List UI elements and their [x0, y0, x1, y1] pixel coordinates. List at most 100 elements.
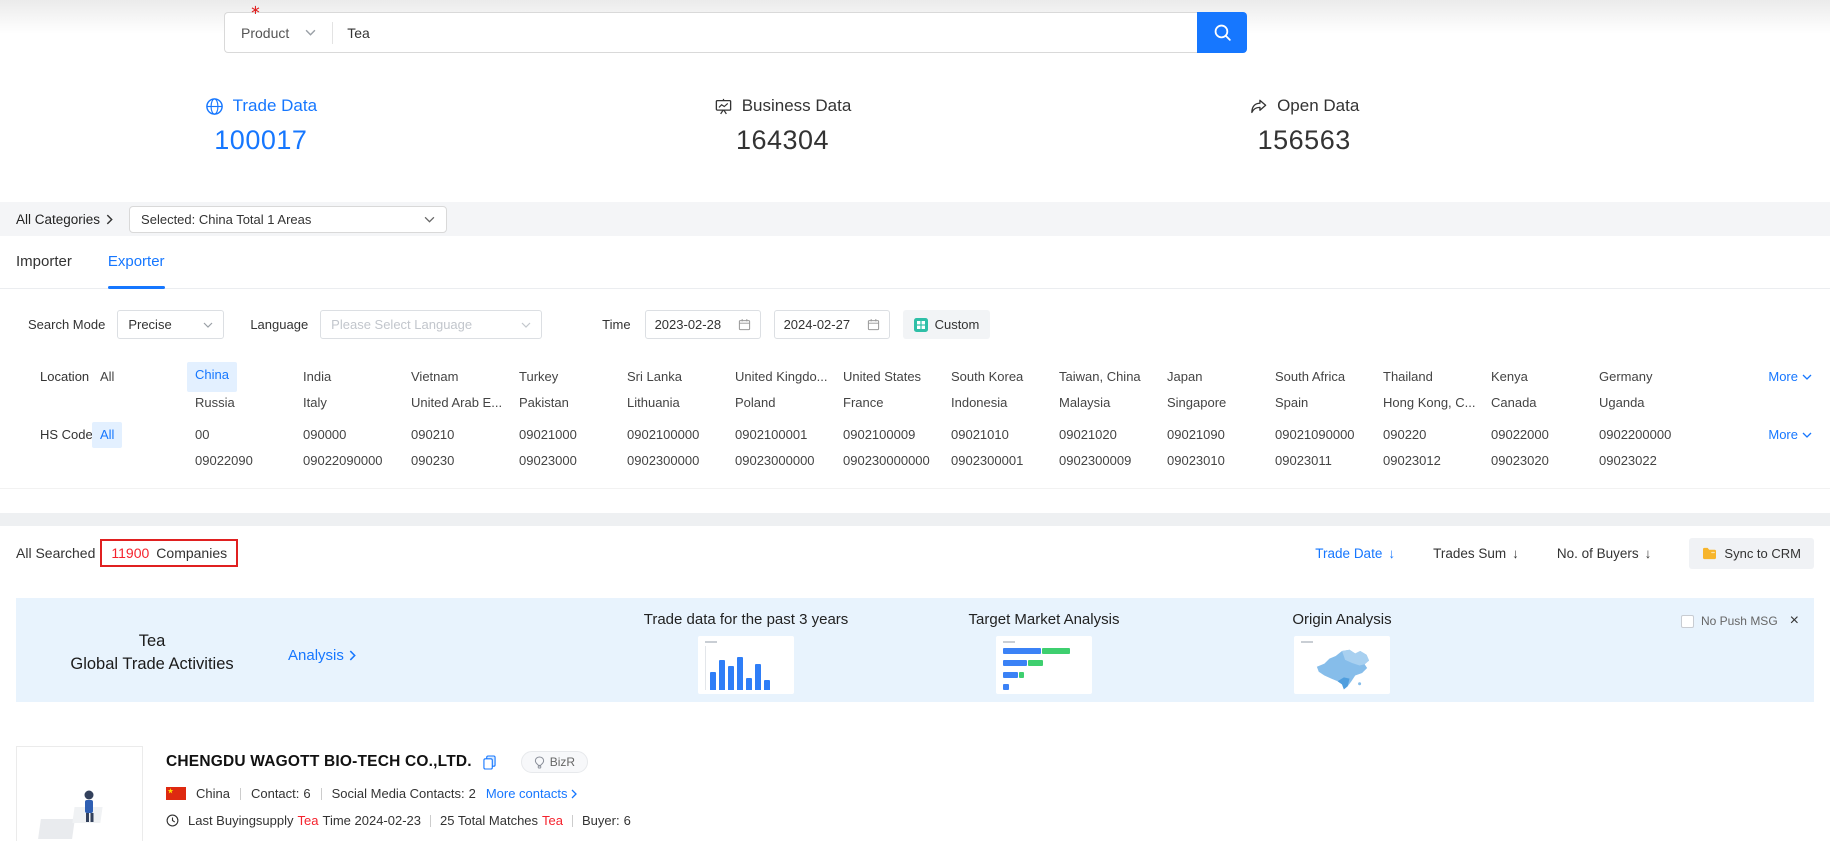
location-option[interactable]: China: [187, 362, 237, 392]
hs-code-option[interactable]: 0902300009: [1059, 448, 1167, 474]
all-categories-button[interactable]: All Categories: [16, 212, 113, 227]
time-end-input[interactable]: 2024-02-27: [774, 310, 890, 339]
stat-business-data[interactable]: Business Data 164304: [522, 96, 1044, 156]
stat-trade-data[interactable]: Trade Data 100017: [0, 96, 522, 156]
location-option[interactable]: Russia: [195, 390, 303, 416]
hs-code-option[interactable]: 09023010: [1167, 448, 1275, 474]
hs-code-option[interactable]: 0902100000: [627, 422, 735, 448]
location-option[interactable]: Sri Lanka: [627, 364, 735, 390]
selected-areas-dropdown[interactable]: Selected: China Total 1 Areas: [129, 206, 447, 233]
location-option[interactable]: Taiwan, China: [1059, 364, 1167, 390]
sort-no-of-buyers[interactable]: No. of Buyers ↓: [1557, 546, 1652, 561]
location-option[interactable]: United Arab E...: [411, 390, 519, 416]
sort-trades-sum[interactable]: Trades Sum ↓: [1433, 546, 1519, 561]
search-input[interactable]: [333, 25, 1197, 41]
location-option[interactable]: Indonesia: [951, 390, 1059, 416]
hs-code-option[interactable]: 09021090: [1167, 422, 1275, 448]
hs-code-option[interactable]: 00: [195, 422, 303, 448]
hs-code-option[interactable]: 090230: [411, 448, 519, 474]
card-trade-data-3-years[interactable]: Trade data for the past 3 years: [616, 611, 876, 694]
hs-code-option[interactable]: 09021090000: [1275, 422, 1383, 448]
location-option[interactable]: South Korea: [951, 364, 1059, 390]
location-option[interactable]: Pakistan: [519, 390, 627, 416]
location-option[interactable]: United Kingdo...: [735, 364, 843, 390]
language-select[interactable]: Please Select Language: [320, 310, 542, 339]
location-option[interactable]: Malaysia: [1059, 390, 1167, 416]
location-option[interactable]: Vietnam: [411, 364, 519, 390]
card-target-market-analysis[interactable]: Target Market Analysis: [914, 611, 1174, 694]
location-filter: Location All ChinaIndiaVietnamTurkeySri …: [16, 364, 1830, 416]
tab-importer[interactable]: Importer: [16, 253, 72, 288]
location-option[interactable]: Canada: [1491, 390, 1599, 416]
sync-to-crm-button[interactable]: Sync to CRM: [1689, 538, 1814, 569]
analysis-link[interactable]: Analysis: [288, 647, 356, 664]
hs-code-option[interactable]: 09021000: [519, 422, 627, 448]
hs-code-option[interactable]: 09023022: [1599, 448, 1707, 474]
company-name[interactable]: CHENGDU WAGOTT BIO-TECH CO.,LTD.: [166, 753, 472, 771]
hs-code-option[interactable]: 09021020: [1059, 422, 1167, 448]
hs-code-option[interactable]: 09022000: [1491, 422, 1599, 448]
search-button[interactable]: [1197, 12, 1247, 53]
copy-icon[interactable]: [483, 755, 496, 770]
location-option[interactable]: Germany: [1599, 364, 1707, 390]
china-map-thumbnail[interactable]: [1294, 636, 1390, 694]
hs-code-option[interactable]: 09021010: [951, 422, 1059, 448]
hs-code-option[interactable]: 0902300001: [951, 448, 1059, 474]
hs-code-option[interactable]: 09023000: [519, 448, 627, 474]
search-category-select[interactable]: Product: [225, 13, 332, 52]
hs-code-option-all[interactable]: All: [92, 422, 122, 448]
location-option[interactable]: United States: [843, 364, 951, 390]
company-result-row[interactable]: CHENGDU WAGOTT BIO-TECH CO.,LTD. BizR Ch…: [16, 746, 1814, 841]
time-start-input[interactable]: 2023-02-28: [645, 310, 761, 339]
close-icon[interactable]: ×: [1790, 613, 1799, 629]
hs-code-option[interactable]: 09023011: [1275, 448, 1383, 474]
hs-code-option[interactable]: 090230000000: [843, 448, 951, 474]
more-contacts-link[interactable]: More contacts: [486, 786, 578, 801]
location-option[interactable]: Lithuania: [627, 390, 735, 416]
sort-label: Trade Date: [1315, 546, 1382, 561]
sort-trade-date[interactable]: Trade Date ↓: [1315, 546, 1395, 561]
hs-code-option[interactable]: 09023020: [1491, 448, 1599, 474]
hs-code-option[interactable]: 090210: [411, 422, 519, 448]
hs-code-option[interactable]: 0902300000: [627, 448, 735, 474]
no-push-checkbox[interactable]: [1681, 615, 1694, 628]
bar-chart-thumbnail[interactable]: [698, 636, 794, 694]
location-option[interactable]: Singapore: [1167, 390, 1275, 416]
hs-code-option[interactable]: 090220: [1383, 422, 1491, 448]
thumb-caption-line: [705, 641, 717, 643]
hs-code-option[interactable]: 09023012: [1383, 448, 1491, 474]
location-option[interactable]: Turkey: [519, 364, 627, 390]
location-option[interactable]: Uganda: [1599, 390, 1707, 416]
hs-code-option[interactable]: 09022090000: [303, 448, 411, 474]
hs-code-more-button[interactable]: More: [1768, 422, 1830, 448]
location-option-all[interactable]: All: [100, 369, 114, 384]
hs-code-option[interactable]: 0902100001: [735, 422, 843, 448]
hs-code-option[interactable]: 090000: [303, 422, 411, 448]
location-more-button[interactable]: More: [1768, 364, 1830, 390]
tab-exporter[interactable]: Exporter: [108, 253, 165, 288]
custom-time-button[interactable]: Custom: [903, 310, 991, 339]
location-option[interactable]: India: [303, 364, 411, 390]
location-option[interactable]: Spain: [1275, 390, 1383, 416]
company-logo[interactable]: [16, 746, 143, 841]
location-option[interactable]: Japan: [1167, 364, 1275, 390]
sort-label: Trades Sum: [1433, 546, 1506, 561]
search-mode-select[interactable]: Precise: [117, 310, 224, 339]
location-option[interactable]: Poland: [735, 390, 843, 416]
hs-code-option[interactable]: 0902100009: [843, 422, 951, 448]
divider: [321, 788, 322, 800]
card-origin-analysis[interactable]: Origin Analysis: [1212, 611, 1472, 694]
hs-code-option[interactable]: 09022090: [195, 448, 303, 474]
location-option[interactable]: South Africa: [1275, 364, 1383, 390]
location-option[interactable]: Thailand: [1383, 364, 1491, 390]
stat-open-data[interactable]: Open Data 156563: [1043, 96, 1565, 156]
location-option[interactable]: Hong Kong, C...: [1383, 390, 1491, 416]
social-contacts-label: Social Media Contacts:: [332, 786, 465, 801]
location-option[interactable]: Italy: [303, 390, 411, 416]
hs-code-option[interactable]: 0902200000: [1599, 422, 1707, 448]
location-option[interactable]: Kenya: [1491, 364, 1599, 390]
hs-code-option[interactable]: 09023000000: [735, 448, 843, 474]
horizontal-bars-thumbnail[interactable]: [996, 636, 1092, 694]
location-option[interactable]: France: [843, 390, 951, 416]
bizr-badge[interactable]: BizR: [521, 751, 588, 773]
